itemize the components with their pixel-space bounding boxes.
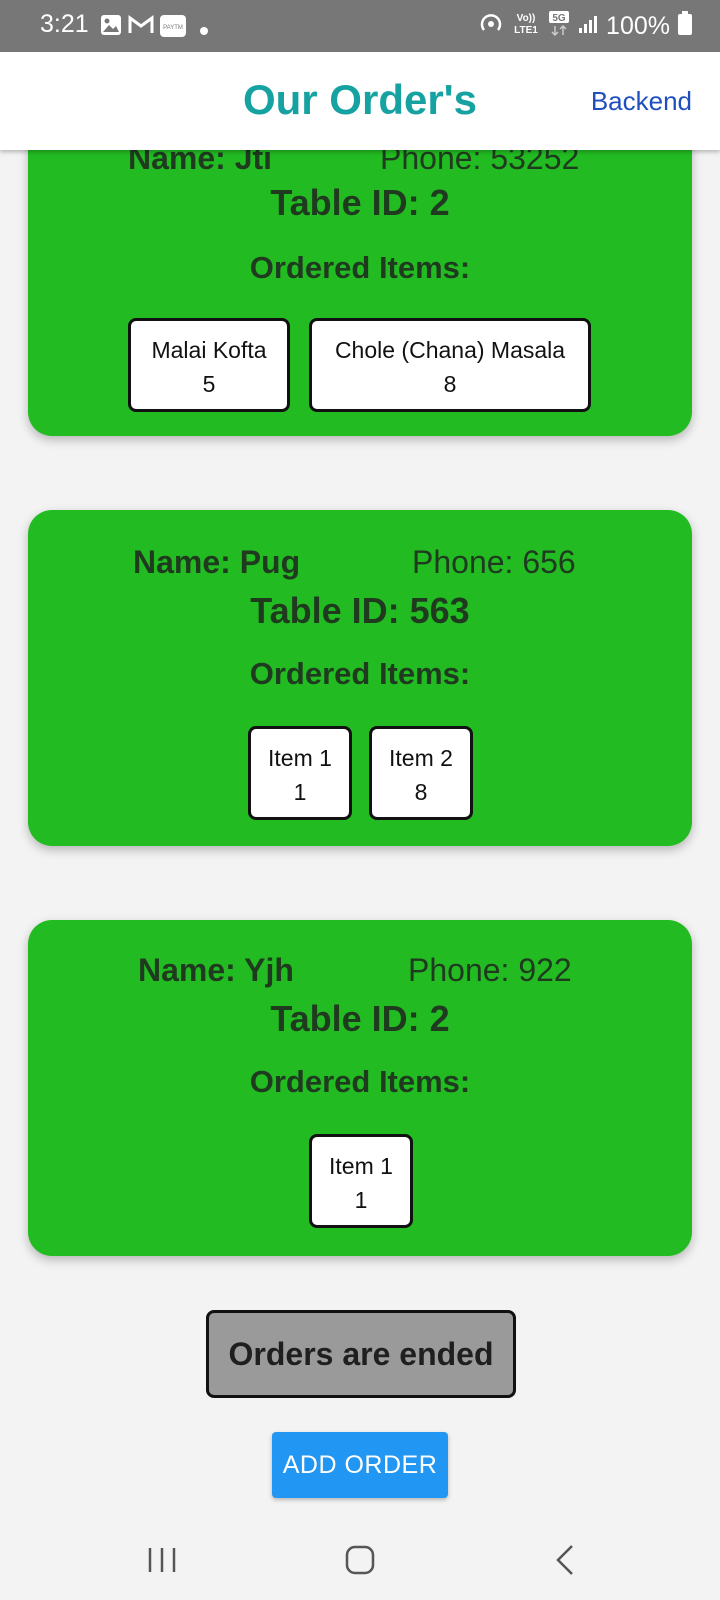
ordered-item: Malai Kofta 5 (128, 318, 290, 412)
battery-icon (678, 11, 692, 42)
ordered-items-title: Ordered Items: (249, 250, 471, 285)
backend-link[interactable]: Backend (591, 86, 692, 117)
order-table-id: Table ID: 563 (250, 590, 470, 631)
ordered-item: Item 1 1 (309, 1134, 413, 1228)
dot-icon (200, 22, 208, 40)
item-quantity: 5 (202, 371, 216, 397)
signal-icon (578, 12, 598, 41)
volte-label-top: Vo)) (517, 13, 536, 24)
status-bar: 3:21 PAYTM Vo)) LTE1 5G 100% (0, 0, 720, 52)
volte-icon: Vo)) LTE1 (512, 10, 540, 43)
ordered-items-title: Ordered Items: (249, 656, 471, 691)
order-name: Name: Yjh (138, 952, 294, 988)
item-quantity: 8 (443, 371, 457, 397)
item-name: Malai Kofta (151, 337, 267, 363)
order-name: Name: Pug (133, 544, 301, 580)
ordered-items-title: Ordered Items: (249, 1064, 471, 1099)
item-name: Item 1 (329, 1153, 393, 1179)
back-icon[interactable] (536, 1540, 596, 1580)
ordered-item: Item 2 8 (369, 726, 473, 820)
orders-list[interactable]: Name: Jti Phone: 53252 Table ID: 2 Order… (0, 0, 720, 1600)
item-name: Item 1 (268, 745, 332, 771)
ordered-item: Chole (Chana) Masala 8 (309, 318, 591, 412)
5g-icon: 5G (548, 10, 570, 43)
item-quantity: 1 (293, 779, 307, 805)
volte-label-bottom: LTE1 (514, 25, 538, 36)
ordered-item: Item 1 1 (248, 726, 352, 820)
home-icon[interactable] (330, 1540, 390, 1580)
battery-text: 100% (606, 12, 670, 40)
system-nav-bar (0, 1520, 720, 1600)
orders-ended-banner: Orders are ended (206, 1310, 516, 1398)
order-card: Name: Pug Phone: 656 Table ID: 563 Order… (28, 510, 692, 846)
order-table-id: Table ID: 2 (270, 182, 450, 223)
item-quantity: 1 (354, 1187, 368, 1213)
app-header: Our Order's Backend (0, 52, 720, 150)
order-card: Name: Yjh Phone: 922 Table ID: 2 Ordered… (28, 920, 692, 1256)
add-order-button[interactable]: ADD ORDER (272, 1432, 448, 1498)
network-label: 5G (552, 13, 566, 24)
item-quantity: 8 (414, 779, 428, 805)
order-phone: Phone: 922 (408, 952, 572, 988)
order-card: Name: Jti Phone: 53252 Table ID: 2 Order… (28, 110, 692, 436)
status-time: 3:21 (40, 10, 89, 38)
hotspot-icon (478, 11, 504, 42)
order-phone: Phone: 656 (412, 544, 576, 580)
gmail-icon (128, 15, 154, 40)
image-icon (100, 14, 122, 41)
paytm-label: PAYTM (163, 25, 183, 31)
order-table-id: Table ID: 2 (270, 998, 450, 1039)
paytm-icon: PAYTM (160, 15, 186, 42)
item-name: Item 2 (389, 745, 453, 771)
item-name: Chole (Chana) Masala (334, 337, 566, 363)
recents-icon[interactable] (132, 1540, 192, 1580)
status-right: Vo)) LTE1 5G 100% (478, 10, 692, 43)
